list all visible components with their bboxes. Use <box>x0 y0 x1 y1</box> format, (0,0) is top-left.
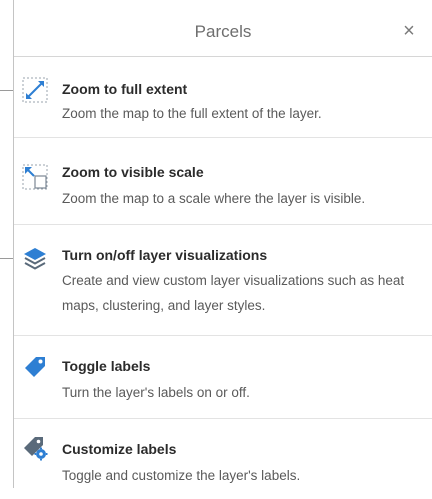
item-title: Zoom to full extent <box>62 81 188 97</box>
menu-item-customize-labels[interactable]: Customize labels Toggle and customize th… <box>14 419 432 499</box>
close-button[interactable]: × <box>396 18 422 44</box>
label-tag-icon <box>22 354 48 380</box>
layers-icon <box>22 245 48 271</box>
item-description: Turn the layer's labels on or off. <box>62 385 250 400</box>
item-title: Toggle labels <box>62 358 151 374</box>
layer-options-panel: Parcels × Zoom to full extent Zoom the m… <box>14 0 432 488</box>
menu-item-zoom-full-extent[interactable]: Zoom to full extent Zoom the map to the … <box>14 57 432 138</box>
label-settings-icon <box>22 435 48 461</box>
item-title: Turn on/off layer visualizations <box>62 247 268 263</box>
item-title: Zoom to visible scale <box>62 164 204 180</box>
menu-item-zoom-visible-scale[interactable]: Zoom to visible scale Zoom the map to a … <box>14 138 432 225</box>
edge-tick <box>0 90 13 91</box>
edge-tick <box>0 258 13 259</box>
zoom-full-extent-icon <box>22 77 48 103</box>
item-title: Customize labels <box>62 441 177 457</box>
panel-title: Parcels <box>194 22 252 41</box>
left-edge <box>0 0 14 488</box>
zoom-visible-scale-icon <box>22 164 48 190</box>
panel-header: Parcels × <box>14 0 432 57</box>
item-description: Toggle and customize the layer's labels. <box>62 468 301 483</box>
item-description: Create and view custom layer visualizati… <box>62 273 405 313</box>
menu-item-toggle-labels[interactable]: Toggle labels Turn the layer's labels on… <box>14 336 432 419</box>
item-description: Zoom the map to a scale where the layer … <box>62 191 366 206</box>
item-description: Zoom the map to the full extent of the l… <box>62 106 322 121</box>
menu-item-layer-visualizations[interactable]: Turn on/off layer visualizations Create … <box>14 225 432 336</box>
